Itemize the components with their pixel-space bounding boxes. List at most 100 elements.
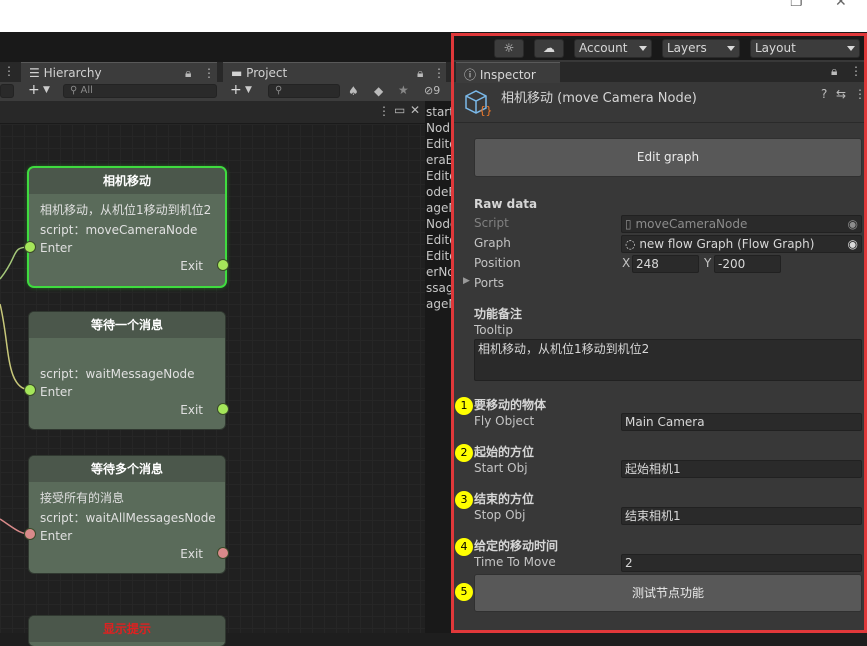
chevron-down-icon[interactable]: ▼ [43, 85, 50, 95]
search-icon: ⚲ [70, 85, 78, 96]
node-title: 等待多个消息 [29, 456, 225, 482]
exit-port[interactable] [217, 259, 229, 271]
close-icon[interactable]: ✕ [835, 0, 847, 10]
node-exit-label: Exit [180, 547, 203, 561]
filter-type-icon[interactable]: ♠ [348, 84, 359, 98]
start-obj-header: 起始的方位 [474, 445, 535, 459]
lock-icon[interactable]: 🔒︎ [831, 64, 837, 79]
graph-canvas[interactable]: 相机移动 相机移动，从机位1移动到机位2 script：moveCameraNo… [0, 124, 425, 646]
annotation-marker-5: 5 [455, 583, 473, 601]
position-y-label: Y [704, 256, 712, 270]
maximize-icon[interactable]: ▭ [394, 103, 405, 117]
window-titlebar: ❐ ✕ [0, 0, 867, 32]
node-enter-label: Enter [40, 385, 73, 399]
edit-graph-button[interactable]: Edit graph [474, 138, 862, 177]
star-icon[interactable]: ★ [398, 83, 409, 97]
notes-header: 功能备注 [474, 307, 523, 321]
node-enter-label: Enter [40, 529, 73, 543]
cloud-icon: ☁ [543, 41, 555, 55]
help-icon[interactable]: ? [821, 87, 827, 101]
start-obj-label: Start Obj [474, 461, 528, 475]
exit-port[interactable] [217, 403, 229, 415]
tab-project[interactable]: ▬ Project 🔒︎ ⋮ [223, 62, 446, 83]
account-dropdown[interactable]: Account [574, 39, 652, 58]
object-picker-icon[interactable]: ◉ [848, 236, 858, 252]
exit-port[interactable] [217, 547, 229, 559]
lock-icon[interactable]: 🔒︎ [185, 66, 191, 81]
node-exit-label: Exit [180, 403, 203, 417]
annotation-marker-1: 1 [455, 397, 473, 415]
more-icon[interactable]: ⋮ [433, 66, 445, 80]
more-icon[interactable]: ⋮ [850, 64, 862, 78]
inspector-title: 相机移动 (move Camera Node) [501, 91, 697, 106]
time-to-move-field[interactable]: 2 [621, 554, 862, 572]
project-search-input[interactable]: ⚲ [268, 84, 340, 98]
node-show-tip[interactable]: 显示提示 [29, 616, 225, 646]
node-title: 相机移动 [29, 168, 225, 194]
caret-right-icon[interactable]: ▶ [463, 276, 470, 286]
svg-text:{}: {} [479, 104, 492, 117]
search-input-cut[interactable] [0, 84, 14, 98]
project-tab-label: Project [246, 66, 288, 80]
fly-object-field[interactable]: Main Camera [621, 413, 862, 431]
chevron-down-icon[interactable]: ▼ [245, 85, 252, 95]
graph-label: Graph [474, 236, 511, 250]
preset-icon[interactable]: ⇆ [836, 87, 846, 101]
divider [454, 122, 864, 123]
layers-dropdown[interactable]: Layers [662, 39, 740, 58]
tab-hierarchy[interactable]: ☰ Hierarchy 🔒︎ ⋮ [21, 62, 217, 83]
fly-object-label: Fly Object [474, 414, 535, 428]
more-icon[interactable]: ⋮ [378, 104, 390, 118]
layers-label: Layers [667, 41, 707, 55]
info-icon: ⓘ [464, 68, 477, 82]
node-move-camera[interactable]: 相机移动 相机移动，从机位1移动到机位2 script：moveCameraNo… [29, 168, 225, 286]
label-icon[interactable]: ◆ [374, 84, 383, 98]
caret-down-icon [639, 46, 647, 51]
enter-port[interactable] [24, 384, 36, 396]
node-script-icon: {} [465, 90, 492, 117]
script-value: moveCameraNode [635, 217, 748, 231]
enter-port[interactable] [24, 241, 36, 253]
script-file-icon: ▯ [625, 217, 632, 231]
node-wait-all-messages[interactable]: 等待多个消息 接受所有的消息 script：waitAllMessagesNod… [29, 456, 225, 573]
more-icon[interactable]: ⋮ [203, 66, 215, 80]
node-wait-message[interactable]: 等待一个消息 script：waitMessageNode Enter Exit [29, 312, 225, 429]
node-exit-label: Exit [180, 259, 203, 273]
more-icon[interactable]: ⋮ [3, 64, 15, 78]
node-script: script：moveCameraNode [40, 223, 198, 237]
layout-dropdown[interactable]: Layout [750, 39, 860, 58]
stop-obj-field[interactable]: 结束相机1 [621, 507, 862, 525]
script-field: ▯ moveCameraNode ◉ [621, 215, 862, 233]
hierarchy-search-input[interactable]: ⚲ All [63, 84, 217, 98]
services-button[interactable]: ☼ [494, 39, 524, 58]
close-icon[interactable]: ✕ [410, 103, 420, 117]
node-script: script：waitAllMessagesNode [40, 511, 216, 525]
node-enter-label: Enter [40, 241, 73, 255]
test-node-button[interactable]: 测试节点功能 [474, 574, 862, 612]
inspector-tab-label: Inspector [479, 68, 536, 82]
enter-port[interactable] [24, 528, 36, 540]
node-script: script：waitMessageNode [40, 367, 195, 381]
stop-obj-label: Stop Obj [474, 508, 526, 522]
add-button[interactable]: + [28, 82, 40, 98]
cloud-button[interactable]: ☁ [534, 39, 564, 58]
restore-icon[interactable]: ❐ [790, 0, 803, 10]
annotation-marker-2: 2 [455, 444, 473, 462]
settings-sun-icon: ☼ [503, 41, 515, 55]
tab-inspector[interactable]: ⓘ Inspector [456, 62, 560, 83]
tooltip-label: Tooltip [474, 323, 513, 337]
search-placeholder: All [80, 85, 93, 96]
position-y-input[interactable]: -200 [714, 255, 781, 273]
ports-foldout[interactable]: Ports [474, 276, 504, 290]
tooltip-textarea[interactable]: 相机移动，从机位1移动到机位2 [474, 339, 862, 381]
graph-field[interactable]: ◌ new flow Graph (Flow Graph) ◉ [621, 235, 862, 253]
add-button[interactable]: + [230, 82, 242, 98]
position-x-input[interactable]: 248 [632, 255, 699, 273]
more-icon[interactable]: ⋮ [854, 87, 866, 101]
start-obj-field[interactable]: 起始相机1 [621, 460, 862, 478]
lock-icon[interactable]: 🔒︎ [417, 66, 423, 81]
graph-value: new flow Graph (Flow Graph) [639, 237, 815, 251]
hidden-count-value: 9 [433, 84, 441, 97]
object-picker-icon: ◉ [847, 217, 858, 231]
hidden-count[interactable]: ⊘9 [424, 84, 440, 97]
